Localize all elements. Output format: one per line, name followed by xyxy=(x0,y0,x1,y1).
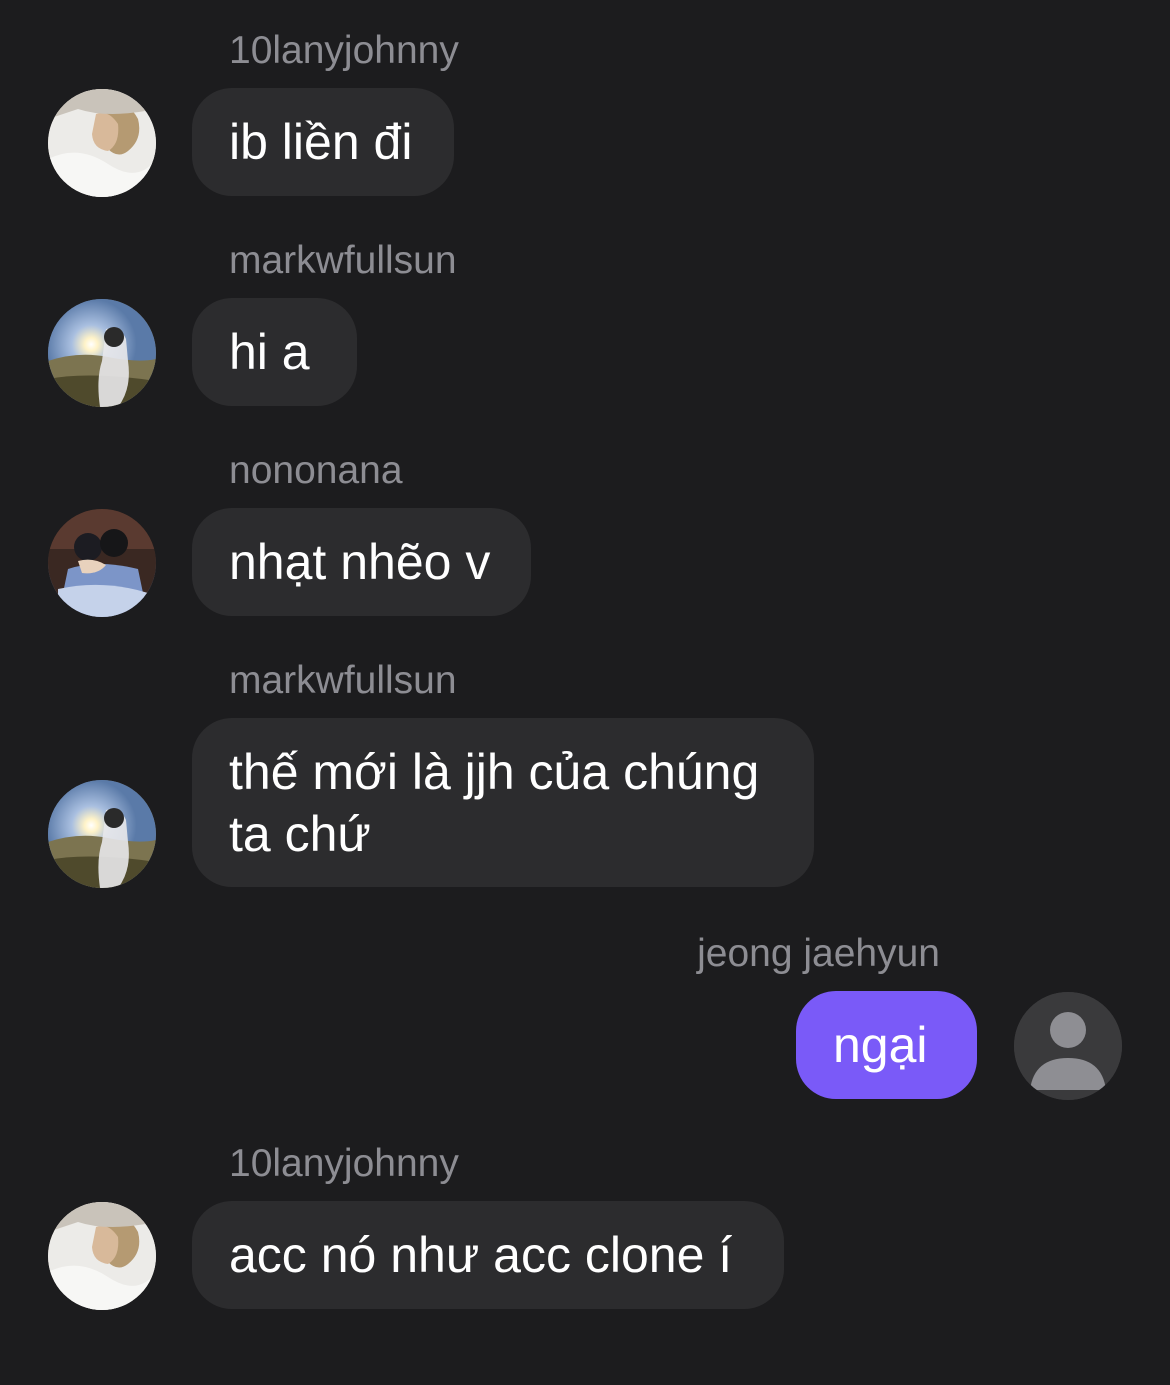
sender-name: 10lanyjohnny xyxy=(229,29,459,72)
message-text: nhạt nhẽo v xyxy=(229,534,491,590)
message-bubble[interactable]: ib liền đi xyxy=(192,88,454,196)
message-bubble[interactable]: ngại xyxy=(796,991,977,1099)
sender-name: markwfullsun xyxy=(229,659,457,702)
message-text: hi a xyxy=(229,324,310,380)
sunset-photo-avatar xyxy=(48,299,156,407)
sender-name: nononana xyxy=(229,449,403,492)
message-text: acc nó như acc clone í xyxy=(229,1227,733,1283)
avatar[interactable] xyxy=(48,89,156,197)
sunset-photo-avatar xyxy=(48,780,156,888)
bed-photo-avatar xyxy=(48,89,156,197)
couple-photo-avatar xyxy=(48,509,156,617)
default-user-icon xyxy=(1014,992,1122,1100)
avatar[interactable] xyxy=(48,509,156,617)
message-text: ngại xyxy=(833,1017,928,1073)
message-bubble[interactable]: acc nó như acc clone í xyxy=(192,1201,784,1309)
avatar[interactable] xyxy=(1014,992,1122,1100)
avatar[interactable] xyxy=(48,1202,156,1310)
avatar[interactable] xyxy=(48,299,156,407)
bed-photo-avatar xyxy=(48,1202,156,1310)
sender-name: 10lanyjohnny xyxy=(229,1142,459,1185)
chat-thread: 10lanyjohnny ib liền đi markwfullsun hi … xyxy=(0,0,1170,1385)
message-bubble[interactable]: thế mới là jjh của chúng ta chứ xyxy=(192,718,814,887)
message-text: ib liền đi xyxy=(229,114,413,170)
message-bubble[interactable]: nhạt nhẽo v xyxy=(192,508,531,616)
sender-name: markwfullsun xyxy=(229,239,457,282)
sender-name: jeong jaehyun xyxy=(697,932,940,975)
message-text: thế mới là jjh của chúng ta chứ xyxy=(229,744,760,862)
avatar[interactable] xyxy=(48,780,156,888)
message-bubble[interactable]: hi a xyxy=(192,298,357,406)
